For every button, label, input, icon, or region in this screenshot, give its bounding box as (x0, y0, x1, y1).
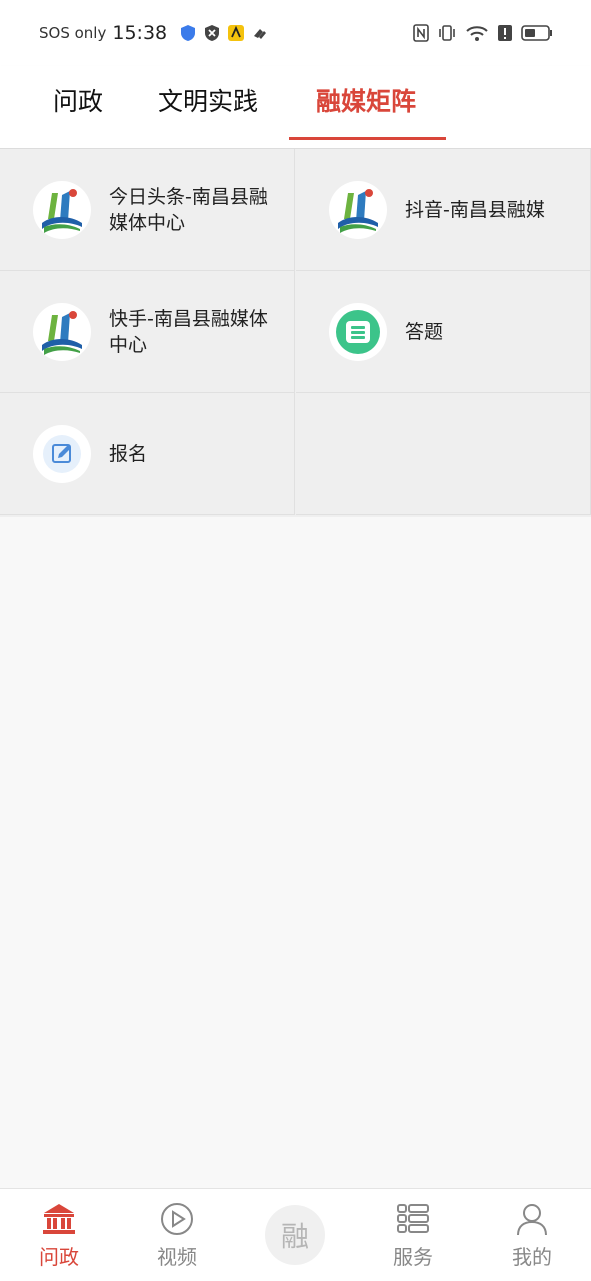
center-rong-button[interactable]: 融 (265, 1205, 325, 1265)
sos-text: SOS only (39, 24, 107, 42)
nanchang-logo-icon (33, 181, 91, 239)
tab-wenming-shijian[interactable]: 文明实践 (158, 82, 258, 118)
status-right (413, 20, 553, 46)
government-building-icon (43, 1204, 75, 1234)
status-left: SOS only 15:38 (39, 20, 269, 46)
grid-item-label: 快手-南昌县融媒体中心 (109, 308, 268, 356)
nav-label: 我的 (512, 1245, 552, 1269)
service-list-icon (397, 1204, 429, 1233)
nav-service[interactable]: 服务 (354, 1189, 472, 1281)
grid-item-signup[interactable]: 报名 (0, 393, 295, 515)
media-matrix-grid: 今日头条-南昌县融媒体中心 抖音-南昌县融媒 快手-南昌县融媒体中心 答题 报名 (0, 149, 591, 517)
grid-item-label: 抖音-南昌县融媒 (405, 199, 545, 221)
user-icon (517, 1204, 547, 1236)
app-notification-icon (228, 25, 245, 41)
grid-item-quiz[interactable]: 答题 (296, 271, 591, 393)
active-tab-indicator (289, 137, 446, 140)
nanchang-logo-icon (329, 181, 387, 239)
edit-icon (33, 425, 91, 483)
vibrate-icon (439, 25, 455, 41)
grid-item-kuaishou[interactable]: 快手-南昌县融媒体中心 (0, 271, 295, 393)
quiz-icon (329, 303, 387, 361)
nav-wenzheng[interactable]: 问政 (0, 1189, 118, 1281)
nav-label: 问政 (39, 1245, 79, 1269)
clock: 15:38 (112, 22, 168, 44)
nanchang-logo-icon (33, 303, 91, 361)
grid-item-toutiao[interactable]: 今日头条-南昌县融媒体中心 (0, 149, 295, 271)
play-circle-icon (161, 1203, 193, 1235)
shield-icon (181, 25, 196, 41)
grid-item-label: 今日头条-南昌县融媒体中心 (109, 186, 268, 234)
tab-wenzheng[interactable]: 问政 (53, 82, 103, 118)
tab-rongmei-juzhen[interactable]: 融媒矩阵 (316, 82, 416, 118)
signal-alert-icon (498, 25, 512, 41)
blocked-shield-icon (205, 25, 220, 41)
nav-mine[interactable]: 我的 (473, 1189, 591, 1281)
nav-video[interactable]: 视频 (118, 1189, 236, 1281)
grid-item-label: 报名 (109, 443, 148, 465)
link-icon (254, 29, 267, 39)
status-bar: SOS only 15:38 (0, 0, 591, 66)
battery-icon (521, 25, 552, 41)
nav-label: 视频 (157, 1245, 197, 1269)
nfc-icon (413, 24, 429, 42)
grid-item-label: 答题 (405, 321, 444, 343)
nav-label: 服务 (393, 1245, 433, 1269)
wifi-icon (466, 26, 488, 41)
grid-item-douyin[interactable]: 抖音-南昌县融媒 (296, 149, 591, 271)
bottom-nav-bar: 问政 视频 融 服务 我的 (0, 1188, 591, 1281)
grid-empty-cell (296, 393, 591, 515)
